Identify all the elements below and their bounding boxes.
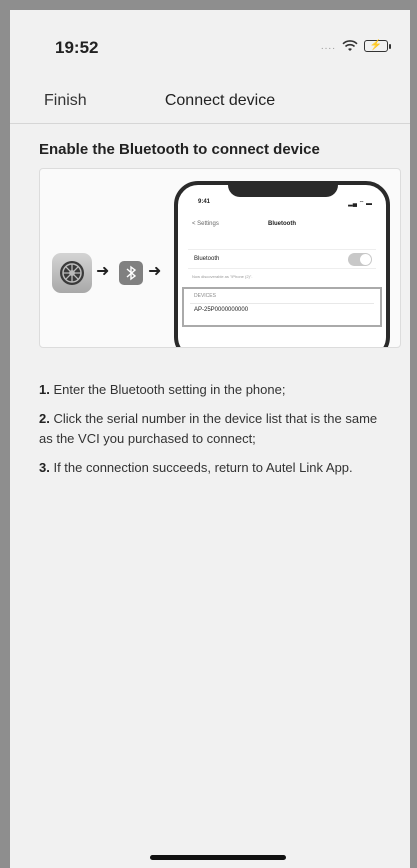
bluetooth-illustration: ➜ ➜ 9:41 ▂▄ ⌔ ▬ < Settings Bluetooth Blu…	[39, 168, 401, 348]
mockup-bluetooth-toggle	[348, 253, 372, 266]
mockup-devices-label: DEVICES	[194, 293, 216, 299]
mockup-devices-box: DEVICES AP-25P0000000000	[182, 287, 382, 327]
nav-bar: Finish Connect device	[10, 70, 410, 124]
section-heading: Enable the Bluetooth to connect device	[39, 141, 320, 158]
mockup-bluetooth-label: Bluetooth	[194, 256, 220, 262]
phone-mockup: 9:41 ▂▄ ⌔ ▬ < Settings Bluetooth Bluetoo…	[174, 181, 390, 347]
step-1: 1. Enter the Bluetooth setting in the ph…	[39, 382, 286, 397]
screen: 19:52 .... ⚡ Finish Connect device Enabl…	[10, 10, 410, 868]
mockup-time: 9:41	[198, 199, 211, 205]
mockup-device-serial: AP-25P0000000000	[194, 307, 249, 313]
arrow-right-icon: ➜	[148, 263, 162, 280]
step-2: 2. Click the serial number in the device…	[39, 411, 378, 446]
status-bar: 19:52 .... ⚡	[10, 10, 410, 70]
battery-icon: ⚡	[364, 40, 391, 52]
phone-frame: 19:52 .... ⚡ Finish Connect device Enabl…	[0, 0, 417, 868]
mockup-discoverable-text: Now discoverable as "iPhone (2)".	[192, 274, 253, 279]
mockup-bluetooth-row: Bluetooth	[188, 249, 376, 269]
mockup-status-icons: ▂▄ ⌔ ▬	[348, 201, 372, 207]
signal-icon: ....	[320, 40, 336, 52]
status-icons: .... ⚡	[320, 40, 391, 52]
phone-notch	[228, 181, 338, 197]
home-indicator[interactable]	[150, 855, 286, 860]
mockup-divider	[190, 303, 374, 304]
instruction-steps: 1. Enter the Bluetooth setting in the ph…	[39, 380, 384, 487]
step-3: 3. If the connection succeeds, return to…	[39, 460, 353, 475]
bluetooth-icon	[119, 261, 143, 285]
wifi-icon	[342, 40, 358, 51]
mockup-title: Bluetooth	[268, 221, 296, 227]
status-time: 19:52	[55, 38, 99, 57]
arrow-right-icon: ➜	[96, 263, 110, 280]
page-title: Connect device	[164, 92, 276, 109]
settings-gear-icon	[52, 253, 92, 293]
